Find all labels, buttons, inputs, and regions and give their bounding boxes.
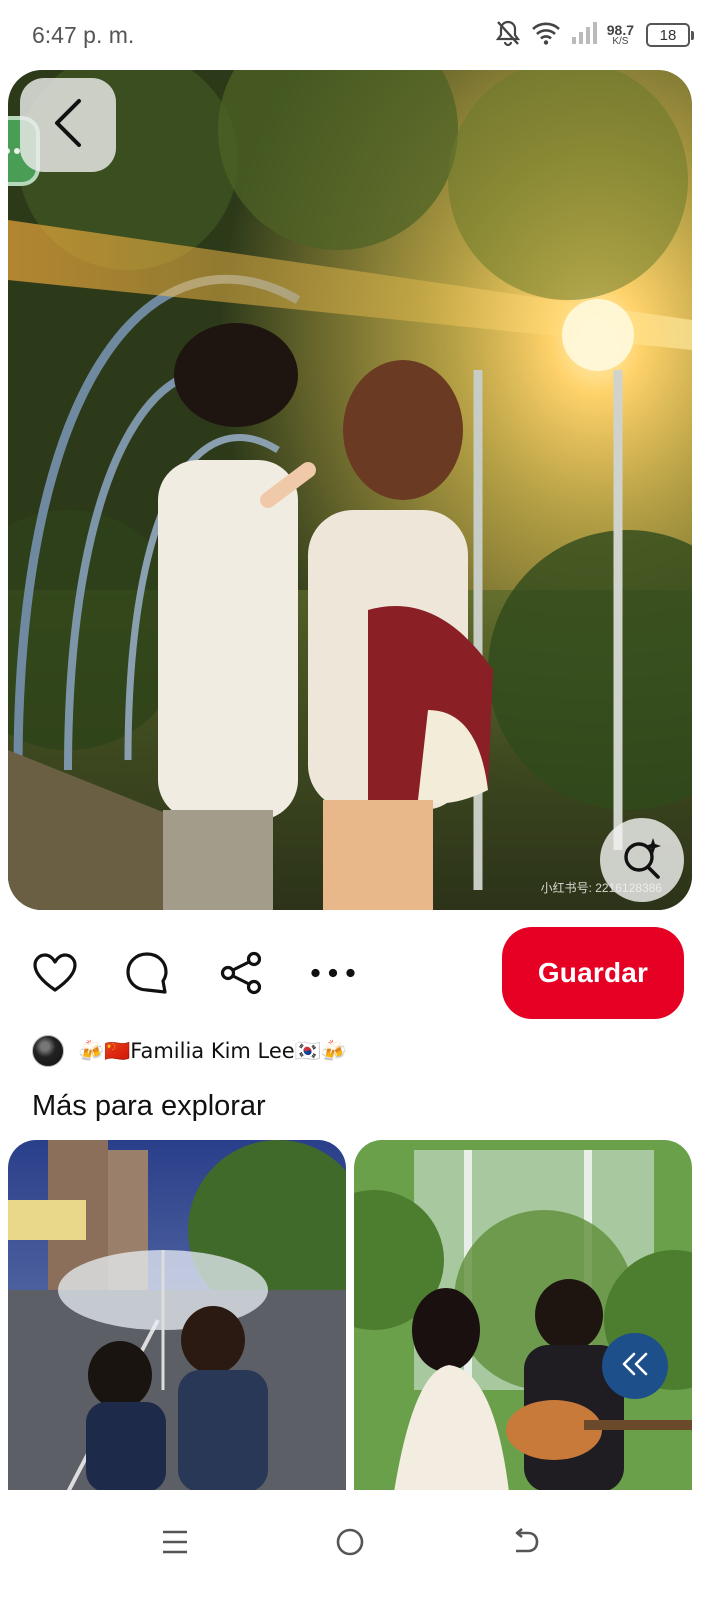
more-icon[interactable] [310,950,356,996]
related-pin[interactable] [8,1140,346,1492]
visual-search-button[interactable] [600,818,684,902]
related-pin[interactable] [354,1140,692,1492]
back-icon[interactable] [495,1512,555,1572]
related-pin-image [8,1140,346,1492]
double-chevron-left-icon [620,1351,650,1382]
status-bar: 6:47 p. m. 98.7 K/S 18 [0,0,720,72]
related-pin-image [354,1140,692,1492]
heart-icon[interactable] [32,950,78,996]
mute-bell-icon [495,19,521,52]
menu-icon[interactable] [145,1512,205,1572]
home-icon[interactable] [320,1512,380,1572]
back-button[interactable] [20,78,116,172]
system-nav-bar [0,1490,720,1612]
signal-icon [571,21,597,50]
back-arrow-icon [51,97,85,154]
save-button[interactable]: Guardar [502,927,684,1019]
comment-icon[interactable] [124,950,170,996]
section-title: Más para explorar [32,1090,266,1122]
wifi-icon [531,21,561,50]
net-speed: 98.7 K/S [607,23,634,47]
visual-search-icon [620,836,664,885]
creator-name[interactable]: 🍻🇨🇳Familia Kim Lee🇰🇷🍻 [78,1039,347,1064]
pin-image[interactable]: 小红书号: 2216128386 [8,70,692,910]
action-row: Guardar [0,925,720,1021]
creator-row[interactable]: 🍻🇨🇳Familia Kim Lee🇰🇷🍻 [32,1034,347,1068]
collapse-button[interactable] [602,1333,668,1399]
net-speed-unit: K/S [612,36,629,47]
avatar[interactable] [32,1035,64,1067]
battery-level: 18 [659,26,677,44]
pin-photo [8,70,692,910]
share-icon[interactable] [218,950,264,996]
status-time: 6:47 p. m. [32,22,135,48]
net-speed-value: 98.7 [606,22,634,38]
status-icons: 98.7 K/S 18 [495,19,694,52]
battery-icon: 18 [646,23,694,47]
